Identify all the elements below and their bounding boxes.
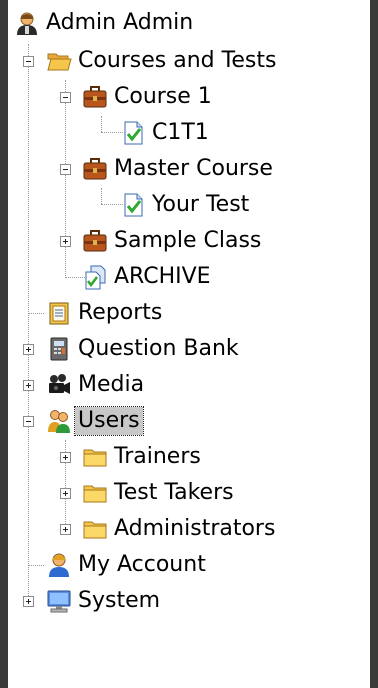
collapse-toggle[interactable] bbox=[23, 56, 34, 67]
tree-item-c1t1[interactable]: C1T1 bbox=[120, 118, 212, 148]
users-icon bbox=[46, 408, 72, 434]
expand-toggle[interactable] bbox=[23, 344, 34, 355]
tree-connector bbox=[28, 565, 44, 566]
folder-icon bbox=[82, 480, 108, 506]
navigation-tree: Admin Admin Courses and Tests Course 1 C… bbox=[8, 0, 370, 688]
tree-item-label: Course 1 bbox=[114, 84, 212, 109]
expand-toggle[interactable] bbox=[60, 524, 71, 535]
tree-item-question-bank[interactable]: Question Bank bbox=[46, 334, 242, 364]
collapse-toggle[interactable] bbox=[60, 164, 71, 175]
tree-item-label: Question Bank bbox=[78, 336, 239, 361]
tree-item-users[interactable]: Users bbox=[46, 406, 144, 436]
my-account-icon bbox=[46, 552, 72, 578]
folder-icon bbox=[82, 516, 108, 542]
tree-connector bbox=[28, 313, 44, 314]
tree-item-label: Reports bbox=[78, 300, 163, 325]
tree-item-label: Users bbox=[74, 406, 144, 436]
briefcase-icon bbox=[82, 156, 108, 182]
expand-toggle[interactable] bbox=[23, 596, 34, 607]
expand-toggle[interactable] bbox=[60, 452, 71, 463]
tree-item-label: Test Takers bbox=[114, 480, 234, 505]
tree-item-master-course[interactable]: Master Course bbox=[82, 154, 276, 184]
tree-item-label: Courses and Tests bbox=[78, 48, 277, 73]
collapse-toggle[interactable] bbox=[60, 92, 71, 103]
tree-item-label: C1T1 bbox=[152, 120, 209, 145]
tree-item-label: ARCHIVE bbox=[114, 264, 211, 289]
admin-user-icon bbox=[14, 10, 40, 36]
briefcase-icon bbox=[82, 228, 108, 254]
camera-icon bbox=[46, 372, 72, 398]
tree-item-label: Admin Admin bbox=[46, 10, 194, 35]
tree-item-label: Your Test bbox=[152, 192, 250, 217]
tree-item-administrators[interactable]: Administrators bbox=[82, 514, 278, 544]
folder-icon bbox=[82, 444, 108, 470]
tree-connector bbox=[101, 188, 102, 204]
tree-panel: Admin Admin Courses and Tests Course 1 C… bbox=[8, 0, 370, 688]
collapse-toggle[interactable] bbox=[23, 416, 34, 427]
tree-item-test-takers[interactable]: Test Takers bbox=[82, 478, 237, 508]
expand-toggle[interactable] bbox=[23, 380, 34, 391]
computer-icon bbox=[46, 588, 72, 614]
tree-root-admin[interactable]: Admin Admin bbox=[14, 8, 196, 38]
tree-item-label: System bbox=[78, 588, 161, 613]
tree-item-course-1[interactable]: Course 1 bbox=[82, 82, 215, 112]
tree-item-archive[interactable]: ARCHIVE bbox=[82, 262, 214, 292]
test-document-icon bbox=[120, 192, 146, 218]
tree-item-label: My Account bbox=[78, 552, 206, 577]
tree-item-label: Sample Class bbox=[114, 228, 262, 253]
test-document-icon bbox=[120, 120, 146, 146]
tree-item-your-test[interactable]: Your Test bbox=[120, 190, 252, 220]
expand-toggle[interactable] bbox=[60, 236, 71, 247]
tree-item-label: Administrators bbox=[114, 516, 276, 541]
tree-item-label: Media bbox=[78, 372, 145, 397]
tree-item-sample-class[interactable]: Sample Class bbox=[82, 226, 264, 256]
tree-item-courses-and-tests[interactable]: Courses and Tests bbox=[46, 46, 279, 76]
tree-connector bbox=[65, 80, 66, 278]
report-icon bbox=[46, 300, 72, 326]
expand-toggle[interactable] bbox=[60, 488, 71, 499]
tree-item-trainers[interactable]: Trainers bbox=[82, 442, 204, 472]
tree-item-my-account[interactable]: My Account bbox=[46, 550, 209, 580]
briefcase-icon bbox=[82, 84, 108, 110]
tree-item-system[interactable]: System bbox=[46, 586, 163, 616]
tree-connector bbox=[28, 44, 29, 604]
tree-connector bbox=[101, 116, 102, 132]
tree-item-reports[interactable]: Reports bbox=[46, 298, 165, 328]
question-bank-icon bbox=[46, 336, 72, 362]
tree-item-label: Master Course bbox=[114, 156, 273, 181]
tree-item-media[interactable]: Media bbox=[46, 370, 147, 400]
open-folder-icon bbox=[46, 48, 72, 74]
archive-icon bbox=[82, 264, 108, 290]
tree-item-label: Trainers bbox=[114, 444, 201, 469]
